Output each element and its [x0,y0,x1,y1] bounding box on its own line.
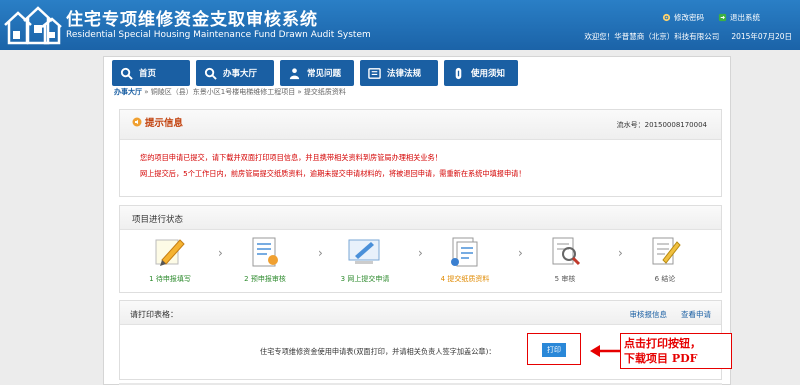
nav-laws[interactable]: 法律法规 [360,60,438,86]
serial-number: 流水号：20150008170004 [616,121,707,129]
change-password-label: 修改密码 [674,13,704,22]
print-header: 请打印表格： 审核报信息 查看申请 [120,301,721,325]
pencil-paper-icon [155,239,185,266]
chevron-right-icon: › [518,246,523,260]
chevron-right-icon: › [318,246,323,260]
progress-title: 项目进行状态 [132,215,184,225]
step-5: 5 审核 [530,234,600,284]
logout-link[interactable]: 退出系统 [718,12,760,23]
people-icon [289,67,300,79]
prompt-title: 提示信息 [132,115,183,129]
annotation-line-1: 点击打印按钮， [624,337,701,350]
print-links: 审核报信息 查看申请 [630,309,712,320]
red-arrow-icon [590,345,622,357]
view-application-link[interactable]: 查看申请 [681,309,711,320]
conclusion-icon [652,237,681,265]
review-magnifier-icon [552,237,581,266]
nav-service-hall[interactable]: 办事大厅 [196,60,274,86]
houses-logo-icon [4,6,62,45]
nav-laws-label: 法律法规 [387,69,422,79]
audit-info-link[interactable]: 审核报信息 [630,309,668,320]
breadcrumb-path: » 铜陵区（县）东景小区1号楼电梯维修工程项目 » 提交纸质资料 [144,88,346,96]
nav-guide-label: 使用须知 [471,69,506,79]
step-2: 2 预申报审核 [230,234,300,284]
step-1-label: 1 待申报填写 [149,275,191,283]
nav-service-hall-label: 办事大厅 [223,69,258,79]
app-subtitle: Residential Special Housing Maintenance … [66,30,371,40]
progress-box: 项目进行状态 1 待申报填写 › 2 预申报审核 › 3 网上提交申请 › 4 … [119,205,722,293]
step-6: 6 结论 [630,234,700,284]
gear-icon [662,13,671,22]
progress-header: 项目进行状态 [120,206,721,230]
step-4-label: 4 提交纸质资料 [440,275,490,283]
info-icon [455,67,462,79]
print-form-label: 住宅专项维修资金使用申请表(双面打印，并请相关负责人签字加盖公章)： [260,347,496,356]
main-nav: 首页 办事大厅 常见问题 法律法规 使用须知 [112,60,518,86]
step-4: 4 提交纸质资料 [430,234,500,284]
prompt-line-1: 您的项目申请已提交，请下载并双面打印项目信息，并且携带相关资料到房管局办理相关业… [140,153,442,162]
step-6-label: 6 结论 [654,275,676,283]
step-3: 3 网上提交申请 [330,234,400,284]
nav-home-label: 首页 [139,69,157,79]
change-password-link[interactable]: 修改密码 [662,12,704,23]
app-header: 住宅专项维修资金支取审核系统 Residential Special Housi… [0,0,800,50]
welcome-text: 欢迎您！华普慧商（北京）科技有限公司 [584,32,720,41]
form-check-icon [252,237,278,267]
breadcrumb: 办事大厅 » 铜陵区（县）东景小区1号楼电梯维修工程项目 » 提交纸质资料 [114,87,346,97]
paper-docs-icon [451,237,478,267]
prompt-header: 提示信息 流水号：20150008170004 [120,110,721,140]
current-date: 2015年07月20日 [731,32,792,41]
prompt-title-label: 提示信息 [145,118,184,129]
print-button-highlight: 打印 [527,333,581,365]
document-icon [368,67,381,79]
chevron-right-icon: › [218,246,223,260]
prompt-box: 提示信息 流水号：20150008170004 您的项目申请已提交，请下载并双面… [119,109,722,197]
chevron-right-icon: › [418,246,423,260]
step-2-label: 2 预申报审核 [244,275,286,283]
print-heading: 请打印表格： [130,310,178,319]
step-1: 1 待申报填写 [135,234,205,284]
logout-label: 退出系统 [730,13,760,22]
step-3-label: 3 网上提交申请 [340,275,390,283]
logout-icon [718,13,727,22]
nav-faq[interactable]: 常见问题 [280,60,354,86]
progress-steps: 1 待申报填写 › 2 预申报审核 › 3 网上提交申请 › 4 提交纸质资料 … [120,234,723,294]
app-title: 住宅专项维修资金支取审核系统 [66,10,318,30]
nav-faq-label: 常见问题 [307,69,342,79]
annotation-line-2: 下载项目 PDF [624,352,698,365]
chevron-right-icon: › [618,246,623,260]
speaker-icon [132,117,142,127]
step-5-label: 5 审核 [554,275,576,283]
breadcrumb-home[interactable]: 办事大厅 [114,88,142,96]
prompt-line-2: 网上提交后，5个工作日内，前房管局提交纸质资料，逾期未提交申请材料的，将被退回申… [140,169,526,178]
search-icon [204,67,217,80]
nav-home[interactable]: 首页 [112,60,190,86]
search-icon [120,67,133,80]
online-submit-icon [348,239,380,264]
nav-guide[interactable]: 使用须知 [444,60,518,86]
annotation-callout: 点击打印按钮， 下载项目 PDF [620,333,732,369]
print-button[interactable]: 打印 [542,343,566,357]
prompt-message: 您的项目申请已提交，请下载并双面打印项目信息，并且携带相关资料到房管局办理相关业… [140,150,526,182]
